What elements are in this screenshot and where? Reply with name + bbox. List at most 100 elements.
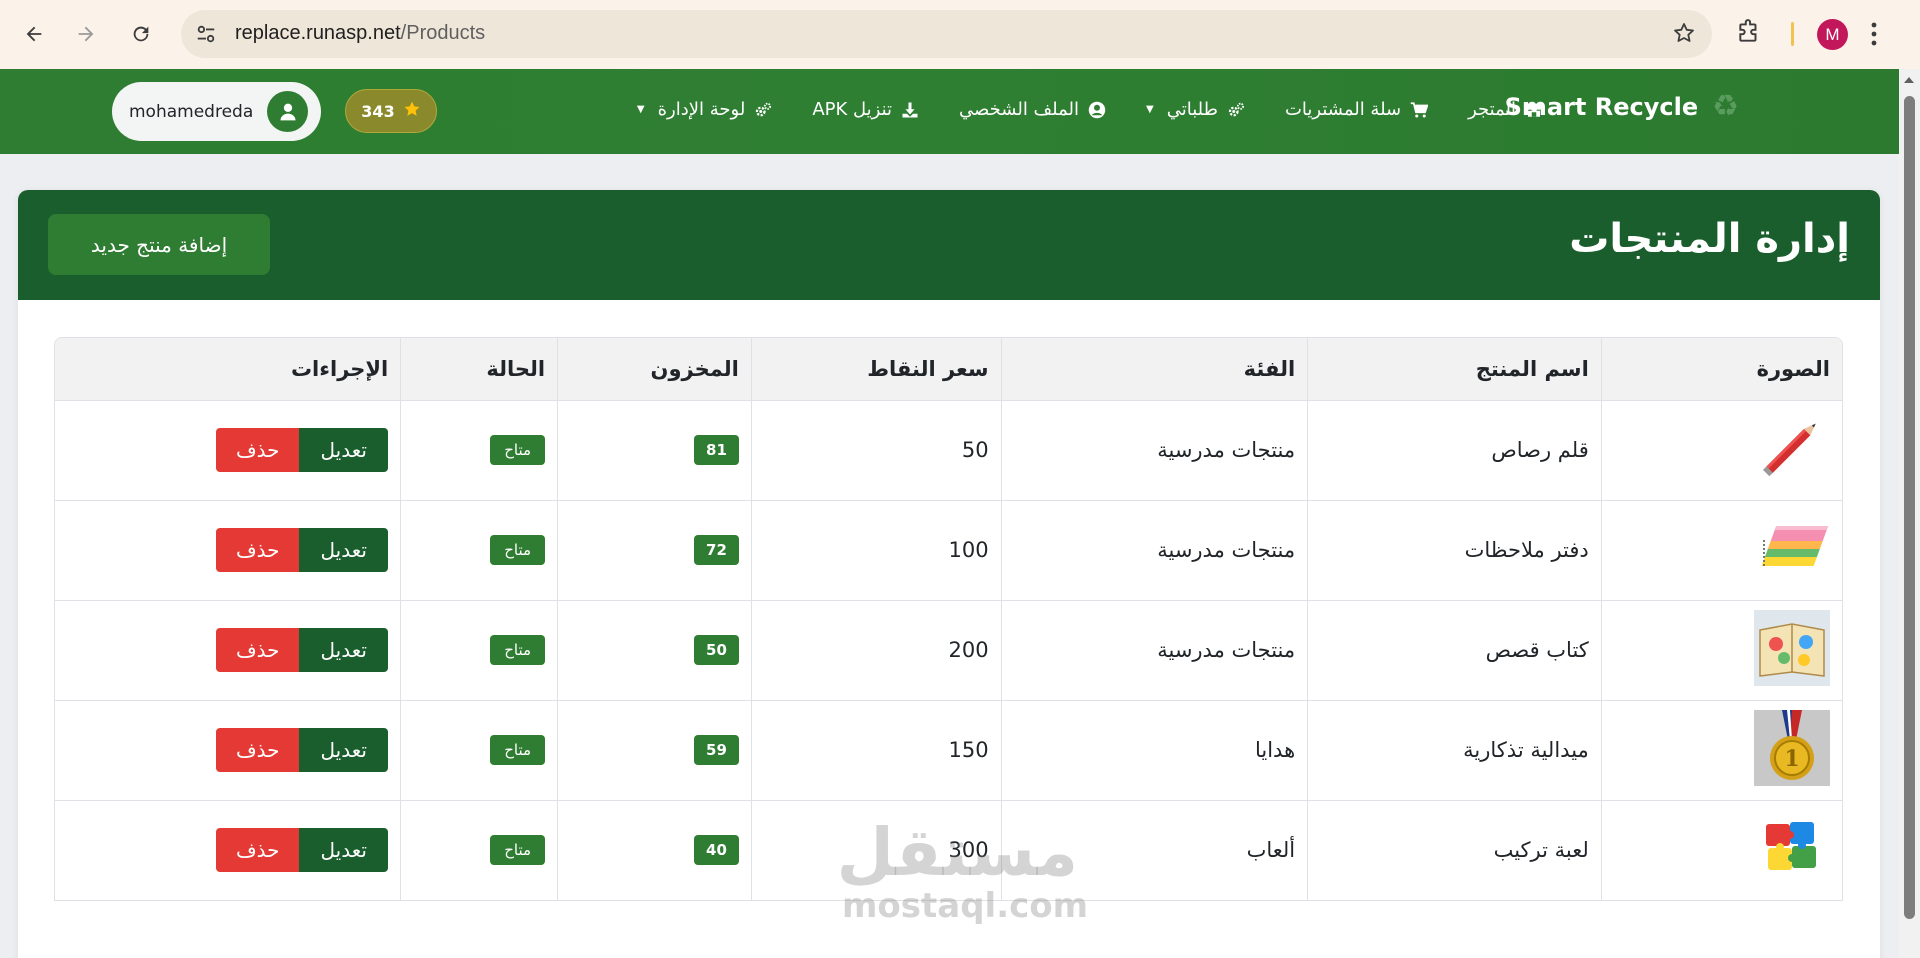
nav-download-label: تنزيل APK [812,99,893,120]
header-stock: المخزون [557,338,752,401]
gears-icon [754,101,772,119]
toolbar-divider [1791,22,1794,46]
product-status-cell: متاح [400,400,558,501]
delete-button[interactable]: حذف [216,428,300,472]
action-buttons: حذف تعديل [216,828,389,872]
nav-download-apk[interactable]: تنزيل APK [812,99,919,120]
medal-image: 1 [1754,709,1830,786]
back-icon[interactable] [17,17,51,51]
product-status-cell: متاح [400,700,558,801]
forward-icon[interactable] [69,17,103,51]
user-avatar-icon [267,91,308,132]
product-category: منتجات مدرسية [1000,600,1308,701]
scrollbar-thumb[interactable] [1904,96,1915,919]
product-name: لعبة تركيب [1307,800,1602,901]
edit-button[interactable]: تعديل [299,828,389,872]
product-image-cell [1600,400,1842,501]
product-category: هدايا [1000,700,1308,801]
store-icon [1525,101,1543,119]
nav-store-label: المتجر [1468,99,1516,120]
nav-profile[interactable]: الملف الشخصي [959,99,1106,120]
table-row: لعبة تركيب ألعاب 300 40 متاح حذف تعديل [55,800,1842,901]
product-status-cell: متاح [400,800,558,901]
nav-cart[interactable]: سلة المشتريات [1284,99,1429,120]
scroll-up-arrow-icon[interactable] [1904,77,1914,83]
nav-links: المتجر سلة المشتريات طلباتي ▼ الملف الشخ… [637,99,1543,120]
edit-button[interactable]: تعديل [299,528,389,572]
page-scrollbar[interactable] [1899,69,1920,958]
site-navbar: ♻ Smart Recycle المتجر سلة المشتريات طلب… [0,69,1899,154]
site-settings-icon[interactable] [195,23,217,49]
header-name: اسم المنتج [1307,338,1602,401]
status-badge: متاح [490,835,546,865]
storybook-image [1754,609,1830,686]
stock-badge: 40 [694,835,739,865]
product-price: 100 [750,500,1002,601]
nav-store[interactable]: المتجر [1468,99,1543,120]
delete-button[interactable]: حذف [216,628,300,672]
status-badge: متاح [490,535,546,565]
products-table-wrapper: الصورة اسم المنتج الفئة سعر النقاط المخز… [54,337,1843,901]
user-menu[interactable]: mohamedreda [112,82,321,141]
delete-button[interactable]: حذف [216,728,300,772]
products-table: الصورة اسم المنتج الفئة سعر النقاط المخز… [55,338,1842,901]
product-stock-cell: 40 [557,800,752,901]
page-title: إدارة المنتجات [1569,216,1850,262]
product-stock-cell: 72 [557,500,752,601]
product-status-cell: متاح [400,500,558,601]
extensions-icon[interactable] [1736,17,1762,51]
action-buttons: حذف تعديل [216,528,389,572]
product-image-cell [1600,800,1842,901]
product-image-cell [1600,500,1842,601]
edit-button[interactable]: تعديل [299,628,389,672]
add-product-button[interactable]: إضافة منتج جديد [48,214,270,275]
product-actions-cell: حذف تعديل [55,500,401,601]
header-actions: الإجراءات [55,338,401,401]
bookmark-star-icon[interactable] [1672,21,1696,49]
card-header: إدارة المنتجات إضافة منتج جديد [18,190,1880,300]
edit-button[interactable]: تعديل [299,428,389,472]
nav-orders[interactable]: طلباتي ▼ [1146,99,1245,120]
product-name: قلم رصاص [1307,400,1602,501]
product-stock-cell: 59 [557,700,752,801]
nav-admin-label: لوحة الإدارة [657,99,746,120]
action-buttons: حذف تعديل [216,628,389,672]
user-circle-icon [1088,101,1106,119]
header-image: الصورة [1600,338,1842,401]
browser-toolbar: replace.runasp.net/Products M [0,0,1920,69]
product-price: 50 [750,400,1002,501]
gears-icon [1227,101,1245,119]
url-text: replace.runasp.net/Products [235,22,486,44]
address-bar[interactable]: replace.runasp.net/Products [181,10,1712,58]
username: mohamedreda [129,101,254,122]
download-icon [901,101,919,119]
product-name: ميدالية تذكارية [1307,700,1602,801]
chevron-down-icon: ▼ [636,104,645,115]
nav-cart-label: سلة المشتريات [1284,99,1402,120]
stock-badge: 59 [694,735,739,765]
product-actions-cell: حذف تعديل [55,700,401,801]
puzzle-image [1754,810,1830,886]
product-status-cell: متاح [400,600,558,701]
header-category: الفئة [1000,338,1308,401]
cart-icon [1410,101,1429,119]
product-image-cell [1600,600,1842,701]
delete-button[interactable]: حذف [216,828,300,872]
nav-admin-panel[interactable]: لوحة الإدارة ▼ [637,99,772,120]
chevron-down-icon: ▼ [1146,104,1154,115]
product-price: 150 [750,700,1002,801]
stock-badge: 50 [694,635,739,665]
edit-button[interactable]: تعديل [299,728,389,772]
product-category: منتجات مدرسية [1000,400,1308,501]
delete-button[interactable]: حذف [216,528,300,572]
menu-kebab-icon[interactable] [1870,20,1878,52]
product-actions-cell: حذف تعديل [55,400,401,501]
reload-icon[interactable] [124,17,158,51]
header-price: سعر النقاط [750,338,1002,401]
product-stock-cell: 81 [557,400,752,501]
product-price: 200 [750,600,1002,701]
profile-avatar[interactable]: M [1817,19,1848,50]
points-badge[interactable]: 343 [345,89,437,133]
table-row: دفتر ملاحظات منتجات مدرسية 100 72 متاح ح… [55,500,1842,601]
star-icon [403,100,421,122]
